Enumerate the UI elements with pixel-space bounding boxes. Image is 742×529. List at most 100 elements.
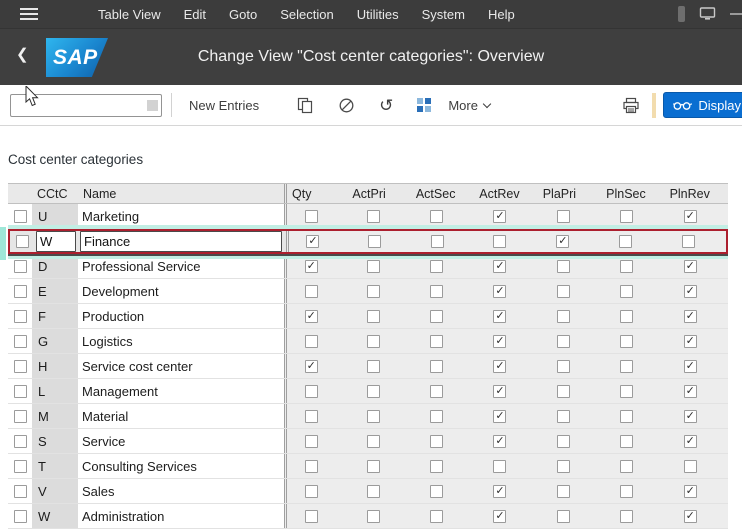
cctc-value[interactable]: H: [38, 359, 47, 374]
checkbox-actsec[interactable]: [430, 260, 443, 273]
row-select-checkbox[interactable]: [14, 260, 27, 273]
checkbox-actrev[interactable]: [493, 285, 506, 298]
checkbox-actpri[interactable]: [368, 235, 381, 248]
checkbox-plnsec[interactable]: [620, 360, 633, 373]
checkbox-plapri[interactable]: [557, 410, 570, 423]
cctc-value[interactable]: T: [38, 459, 46, 474]
delete-icon[interactable]: [338, 97, 355, 114]
table-row[interactable]: HService cost center: [8, 354, 728, 379]
checkbox-actpri[interactable]: [367, 210, 380, 223]
checkbox-actrev[interactable]: [493, 485, 506, 498]
checkbox-plnrev[interactable]: [684, 310, 697, 323]
checkbox-plapri[interactable]: [557, 310, 570, 323]
checkbox-qty[interactable]: [305, 410, 318, 423]
name-value[interactable]: Development: [82, 284, 159, 299]
table-row[interactable]: LManagement: [8, 379, 728, 404]
checkbox-plapri[interactable]: [557, 210, 570, 223]
checkbox-plnsec[interactable]: [620, 285, 633, 298]
checkbox-qty[interactable]: [305, 210, 318, 223]
row-select-checkbox[interactable]: [14, 460, 27, 473]
checkbox-plapri[interactable]: [557, 360, 570, 373]
back-icon[interactable]: ❮: [16, 45, 29, 63]
checkbox-plnsec[interactable]: [620, 310, 633, 323]
checkbox-actpri[interactable]: [367, 360, 380, 373]
checkbox-plnrev[interactable]: [684, 385, 697, 398]
checkbox-qty[interactable]: [305, 435, 318, 448]
checkbox-actpri[interactable]: [367, 285, 380, 298]
copy-icon[interactable]: [297, 97, 314, 114]
name-value[interactable]: Sales: [82, 484, 115, 499]
checkbox-plnsec[interactable]: [620, 385, 633, 398]
table-row[interactable]: TConsulting Services: [8, 454, 728, 479]
display-button[interactable]: Display: [663, 92, 742, 118]
menu-item-goto[interactable]: Goto: [229, 7, 257, 22]
name-input[interactable]: [80, 231, 282, 252]
table-row[interactable]: DProfessional Service: [8, 254, 728, 279]
table-row[interactable]: WAdministration: [8, 504, 728, 529]
checkbox-actpri[interactable]: [367, 310, 380, 323]
checkbox-plnrev[interactable]: [684, 410, 697, 423]
checkbox-actpri[interactable]: [367, 410, 380, 423]
name-value[interactable]: Professional Service: [82, 259, 201, 274]
checkbox-plnrev[interactable]: [682, 235, 695, 248]
row-select-checkbox[interactable]: [14, 210, 27, 223]
menu-hamburger-icon[interactable]: [20, 8, 38, 20]
checkbox-plapri[interactable]: [557, 385, 570, 398]
name-value[interactable]: Logistics: [82, 334, 133, 349]
checkbox-actsec[interactable]: [430, 385, 443, 398]
checkbox-actrev[interactable]: [493, 510, 506, 523]
row-select-checkbox[interactable]: [14, 485, 27, 498]
checkbox-plnrev[interactable]: [684, 210, 697, 223]
select-block-icon[interactable]: [417, 98, 432, 113]
checkbox-qty[interactable]: [305, 285, 318, 298]
header-cctc[interactable]: CCtC: [32, 187, 78, 201]
checkbox-actpri[interactable]: [367, 460, 380, 473]
checkbox-actsec[interactable]: [430, 335, 443, 348]
checkbox-actrev[interactable]: [493, 410, 506, 423]
checkbox-actpri[interactable]: [367, 260, 380, 273]
name-value[interactable]: Production: [82, 309, 144, 324]
header-actpri[interactable]: ActPri: [347, 187, 410, 201]
checkbox-plnrev[interactable]: [684, 460, 697, 473]
checkbox-actsec[interactable]: [430, 510, 443, 523]
checkbox-plapri[interactable]: [557, 335, 570, 348]
checkbox-plapri[interactable]: [557, 285, 570, 298]
cctc-value[interactable]: M: [38, 409, 49, 424]
checkbox-qty[interactable]: [305, 485, 318, 498]
header-actsec[interactable]: ActSec: [411, 187, 474, 201]
checkbox-plnrev[interactable]: [684, 510, 697, 523]
menu-item-utilities[interactable]: Utilities: [357, 7, 399, 22]
cctc-value[interactable]: V: [38, 484, 47, 499]
checkbox-actsec[interactable]: [430, 360, 443, 373]
checkbox-plnrev[interactable]: [684, 485, 697, 498]
undo-icon[interactable]: ↺: [379, 97, 393, 114]
checkbox-actrev[interactable]: [493, 210, 506, 223]
checkbox-plnsec[interactable]: [620, 410, 633, 423]
table-row[interactable]: FProduction: [8, 304, 728, 329]
checkbox-actpri[interactable]: [367, 385, 380, 398]
menu-item-help[interactable]: Help: [488, 7, 515, 22]
row-select-checkbox[interactable]: [14, 310, 27, 323]
cctc-value[interactable]: E: [38, 284, 47, 299]
more-button[interactable]: More: [448, 98, 490, 113]
header-plnsec[interactable]: PlnSec: [601, 187, 664, 201]
checkbox-actrev[interactable]: [493, 435, 506, 448]
checkbox-plnsec[interactable]: [620, 210, 633, 223]
checkbox-plapri[interactable]: [557, 510, 570, 523]
checkbox-qty[interactable]: [306, 235, 319, 248]
menu-item-edit[interactable]: Edit: [184, 7, 206, 22]
checkbox-qty[interactable]: [305, 335, 318, 348]
name-value[interactable]: Material: [82, 409, 128, 424]
table-row[interactable]: UMarketing: [8, 204, 728, 229]
checkbox-actsec[interactable]: [430, 460, 443, 473]
gui-monitor-icon[interactable]: [699, 6, 716, 22]
checkbox-actrev[interactable]: [493, 310, 506, 323]
checkbox-actrev[interactable]: [493, 260, 506, 273]
table-row-selected[interactable]: [8, 229, 728, 254]
checkbox-plapri[interactable]: [557, 485, 570, 498]
row-select-checkbox[interactable]: [16, 235, 29, 248]
minimize-icon[interactable]: [730, 13, 742, 15]
header-plapri[interactable]: PlaPri: [538, 187, 601, 201]
checkbox-qty[interactable]: [305, 310, 318, 323]
checkbox-actrev[interactable]: [493, 385, 506, 398]
